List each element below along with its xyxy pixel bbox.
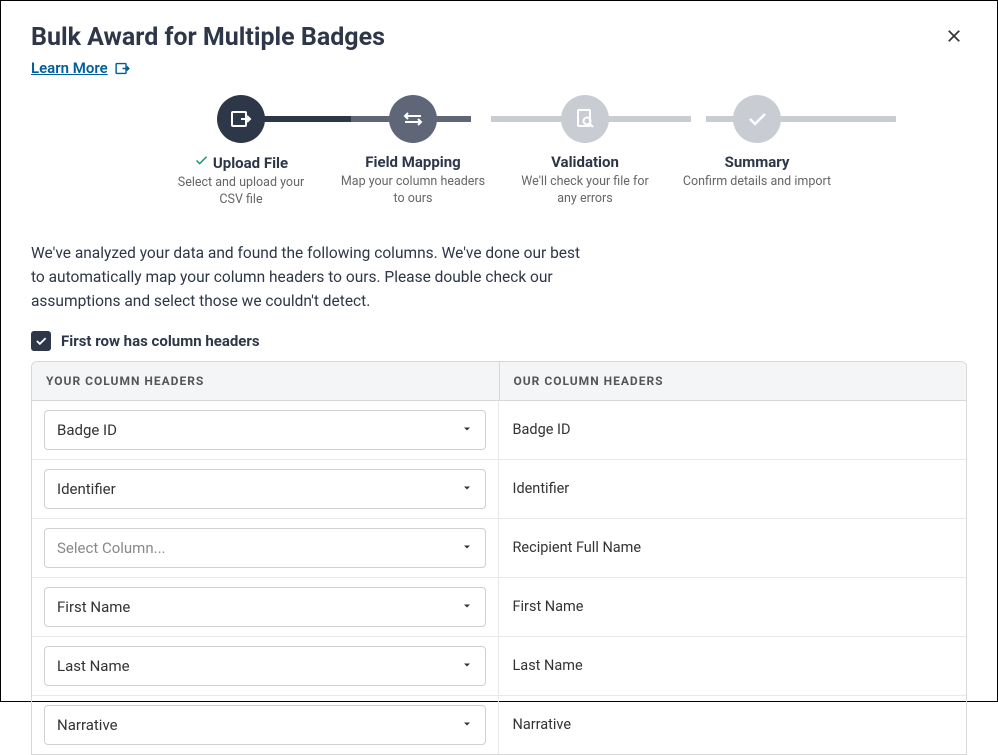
step-upload: Upload File Select and upload your CSV f…: [161, 95, 321, 209]
chevron-down-icon: [461, 716, 473, 734]
learn-more-link[interactable]: Learn More: [31, 59, 131, 77]
our-column-value: Identifier: [499, 460, 967, 518]
step-validation: Validation We'll check your file for any…: [505, 95, 665, 209]
step-title: Field Mapping: [365, 153, 460, 171]
our-column-value: Badge ID: [499, 401, 967, 459]
table-header-our: OUR COLUMN HEADERS: [500, 362, 967, 400]
our-column-value: Recipient Full Name: [499, 519, 967, 577]
checkbox-label: First row has column headers: [61, 332, 260, 350]
page-title: Bulk Award for Multiple Badges: [31, 23, 385, 52]
table-row: First Name First Name: [32, 578, 966, 637]
close-button[interactable]: [941, 23, 967, 53]
table-row: Badge ID Badge ID: [32, 401, 966, 460]
your-column-dropdown[interactable]: Narrative: [44, 705, 486, 745]
table-row: Select Column... Recipient Full Name: [32, 519, 966, 578]
chevron-down-icon: [461, 598, 473, 616]
step-title: Validation: [551, 153, 619, 171]
dropdown-value: Narrative: [57, 716, 118, 734]
chevron-down-icon: [461, 421, 473, 439]
our-column-value: Last Name: [499, 637, 967, 695]
step-field-mapping: Field Mapping Map your column headers to…: [333, 95, 493, 209]
check-circle-icon: [733, 95, 781, 143]
progress-stepper: Upload File Select and upload your CSV f…: [161, 95, 837, 209]
dropdown-value: Select Column...: [57, 539, 165, 557]
search-file-icon: [561, 95, 609, 143]
your-column-dropdown[interactable]: Last Name: [44, 646, 486, 686]
step-title: Summary: [725, 153, 790, 171]
chevron-down-icon: [461, 539, 473, 557]
checkbox-icon: [31, 331, 51, 351]
upload-icon: [217, 95, 265, 143]
chevron-down-icon: [461, 657, 473, 675]
external-link-icon: [114, 60, 131, 77]
our-column-value: Narrative: [499, 696, 967, 754]
dropdown-value: First Name: [57, 598, 130, 616]
table-row: Narrative Narrative: [32, 696, 966, 754]
check-icon: [194, 153, 209, 172]
step-desc: Map your column headers to ours: [338, 174, 488, 208]
dropdown-value: Identifier: [57, 480, 116, 498]
step-title: Upload File: [213, 154, 288, 172]
instructions-text: We've analyzed your data and found the f…: [31, 241, 591, 313]
table-header-your: YOUR COLUMN HEADERS: [32, 362, 500, 400]
swap-icon: [389, 95, 437, 143]
chevron-down-icon: [461, 480, 473, 498]
your-column-dropdown[interactable]: Badge ID: [44, 410, 486, 450]
table-row: Identifier Identifier: [32, 460, 966, 519]
your-column-dropdown[interactable]: First Name: [44, 587, 486, 627]
mapping-table: YOUR COLUMN HEADERS OUR COLUMN HEADERS B…: [31, 361, 967, 755]
first-row-headers-checkbox[interactable]: First row has column headers: [31, 331, 967, 351]
table-row: Last Name Last Name: [32, 637, 966, 696]
step-desc: Select and upload your CSV file: [166, 175, 316, 209]
our-column-value: First Name: [499, 578, 967, 636]
dropdown-value: Badge ID: [57, 421, 117, 439]
close-icon: [945, 30, 963, 49]
your-column-dropdown[interactable]: Identifier: [44, 469, 486, 509]
learn-more-label: Learn More: [31, 59, 108, 77]
dropdown-value: Last Name: [57, 657, 130, 675]
step-desc: We'll check your file for any errors: [510, 174, 660, 208]
step-desc: Confirm details and import: [683, 174, 831, 191]
step-summary: Summary Confirm details and import: [677, 95, 837, 209]
your-column-dropdown[interactable]: Select Column...: [44, 528, 486, 568]
